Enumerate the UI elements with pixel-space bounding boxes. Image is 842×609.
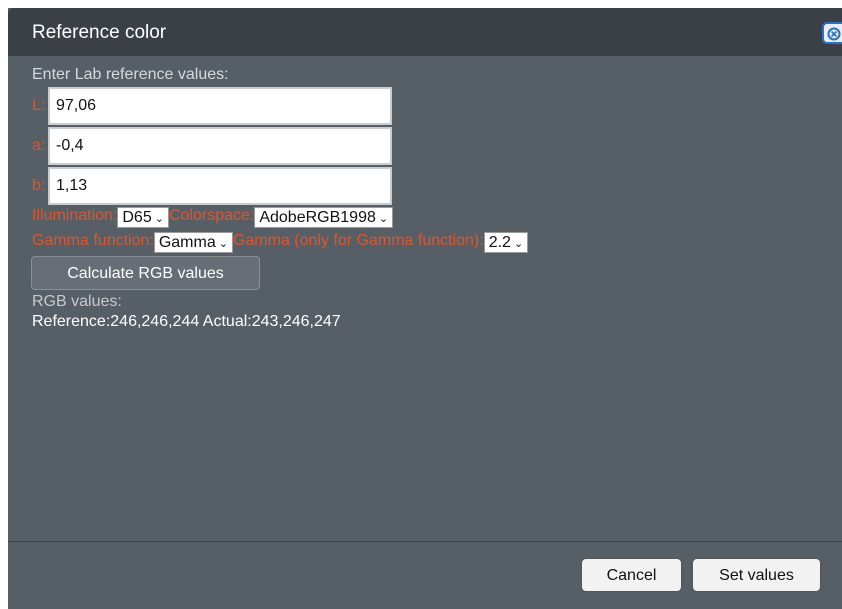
dialog-title: Reference color [32,22,167,43]
colorspace-select[interactable]: AdobeRGB1998 ⌄ [254,207,394,228]
b-input[interactable] [48,167,392,205]
illumination-label: Illumination: [32,207,118,224]
l-input[interactable] [48,87,392,125]
colorspace-value: AdobeRGB1998 [259,209,376,226]
footer-divider [8,541,842,542]
chevron-down-icon: ⌄ [218,238,228,250]
l-label: L: [32,97,46,114]
dialog-titlebar: Reference color [8,8,842,56]
gamma-row: Gamma function: Gamma ⌄ Gamma (only for Gam… [32,232,529,253]
gamma-function-select[interactable]: Gamma ⌄ [153,232,233,253]
gamma-select[interactable]: 2.2 ⌄ [483,232,529,253]
illumination-select[interactable]: D65 ⌄ [117,207,169,228]
gamma-function-value: Gamma [158,234,216,251]
chevron-down-icon: ⌄ [154,213,164,225]
chevron-down-icon: ⌄ [378,213,389,225]
lab-prompt: Enter Lab reference values: [32,66,229,83]
b-label: b: [32,177,46,194]
a-label: a: [32,137,46,154]
rgb-values-text: Reference:246,246,244 Actual:243,246,247 [32,313,341,330]
cancel-button[interactable]: Cancel [581,558,682,592]
calculate-rgb-button[interactable]: Calculate RGB values [31,256,260,290]
gamma-label: Gamma (only for Gamma function): [232,232,484,249]
close-icon[interactable] [822,22,842,44]
set-values-button[interactable]: Set values [692,558,821,592]
colorspace-label: Colorspace: [168,207,255,224]
illumination-row: Illumination: D65 ⌄ Colorspace: AdobeRGB1998… [32,207,394,228]
gamma-value: 2.2 [488,234,511,251]
gamma-function-label: Gamma function: [32,232,154,249]
rgb-values-heading: RGB values: [32,293,122,310]
chevron-down-icon: ⌄ [513,238,524,250]
illumination-value: D65 [122,209,152,226]
reference-color-dialog: Reference color Enter Lab reference valu… [8,8,842,609]
a-input[interactable] [48,127,392,165]
